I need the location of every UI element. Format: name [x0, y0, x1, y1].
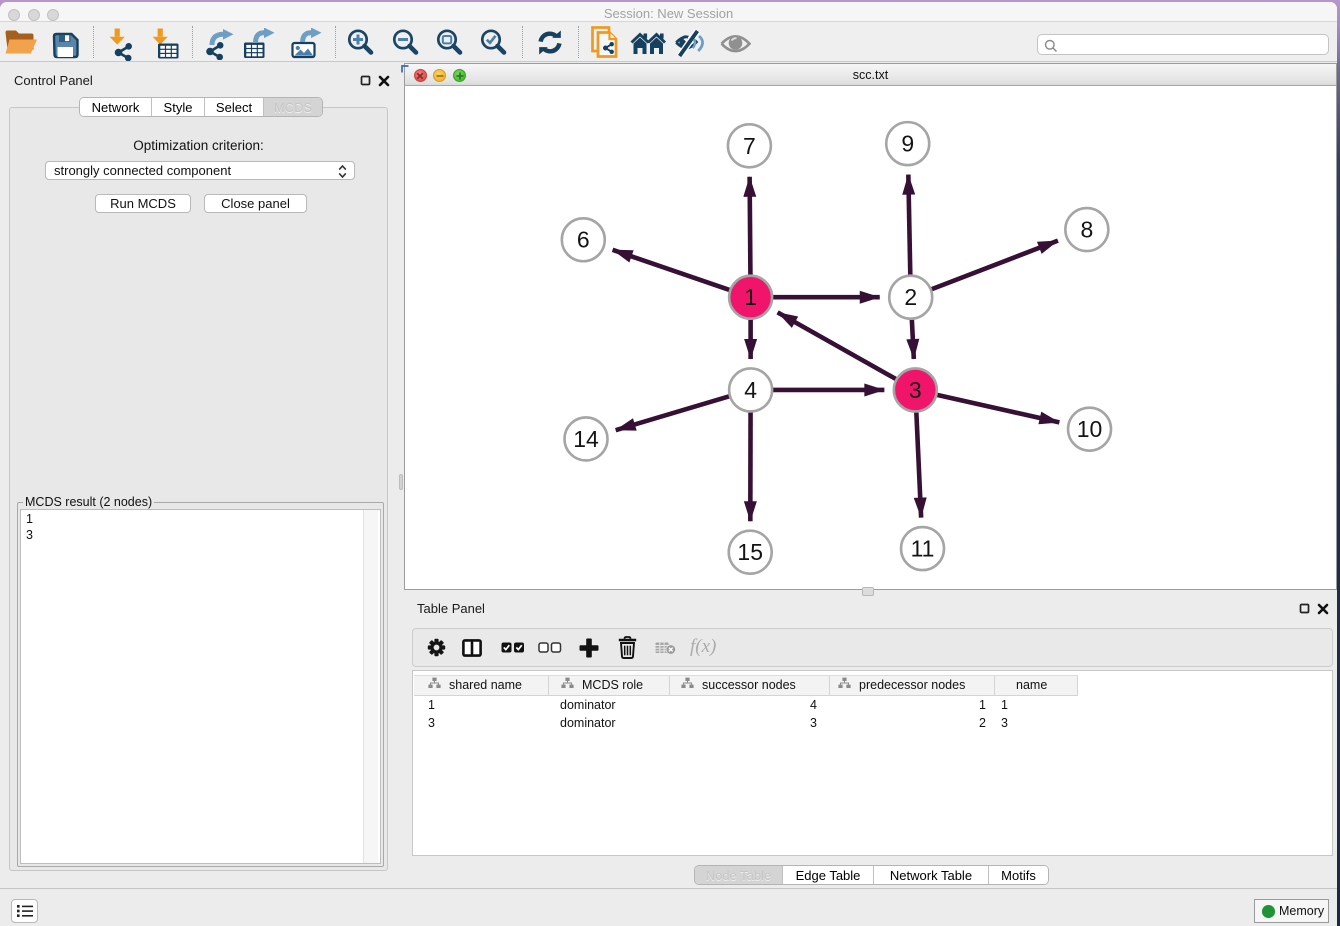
svg-text:4: 4: [744, 377, 757, 403]
svg-text:14: 14: [573, 426, 599, 452]
svg-text:6: 6: [577, 227, 590, 253]
svg-text:11: 11: [911, 536, 935, 562]
svg-text:3: 3: [909, 377, 922, 403]
svg-text:1: 1: [744, 284, 757, 310]
svg-text:15: 15: [737, 539, 763, 565]
svg-text:2: 2: [904, 284, 917, 310]
svg-text:9: 9: [901, 131, 914, 157]
svg-text:10: 10: [1077, 416, 1103, 442]
svg-text:8: 8: [1080, 217, 1093, 243]
svg-text:7: 7: [743, 133, 756, 159]
